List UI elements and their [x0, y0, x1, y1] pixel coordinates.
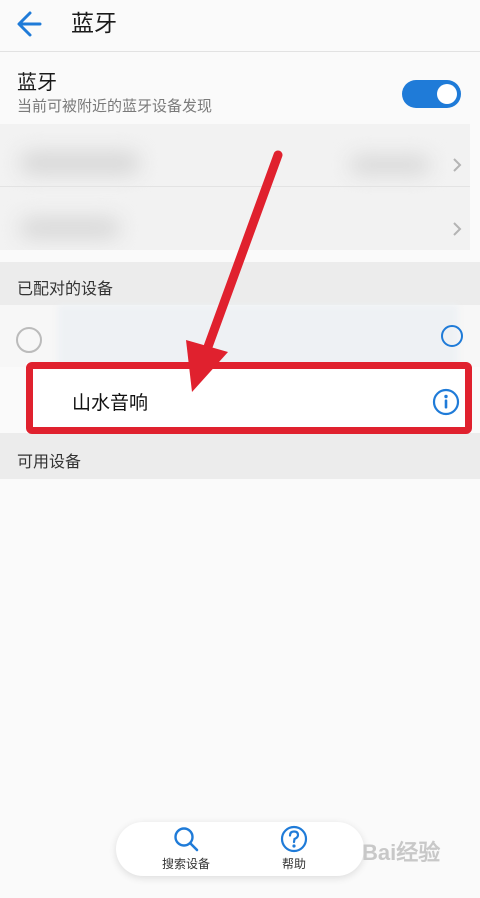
back-button[interactable] — [10, 6, 52, 42]
app-header: 蓝牙 — [0, 0, 480, 52]
bluetooth-label: 蓝牙 — [17, 70, 57, 94]
chevron-right-icon[interactable] — [450, 220, 464, 238]
info-icon[interactable] — [440, 322, 464, 350]
available-devices-label: 可用设备 — [17, 452, 82, 471]
search-devices-button[interactable]: 搜索设备 — [136, 824, 236, 874]
baidu-watermark: Bai经验 — [362, 840, 441, 865]
arrow-left-icon — [17, 11, 42, 37]
help-button[interactable]: 帮助 — [244, 824, 344, 874]
chevron-right-icon[interactable] — [450, 156, 464, 174]
paired-devices-label: 已配对的设备 — [17, 279, 114, 298]
paired-device-row[interactable]: 山水音响 — [26, 363, 470, 433]
page-title: 蓝牙 — [71, 11, 117, 37]
info-icon[interactable] — [432, 388, 460, 416]
blurred-settings-card — [0, 124, 470, 250]
bottom-action-bar: 搜索设备 帮助 — [116, 822, 364, 876]
help-label: 帮助 — [281, 857, 306, 871]
device-name: 山水音响 — [72, 392, 149, 414]
bluetooth-toggle[interactable] — [402, 80, 461, 108]
search-icon — [174, 827, 199, 852]
search-devices-label: 搜索设备 — [161, 857, 210, 871]
toggle-knob — [437, 84, 457, 104]
help-icon — [280, 825, 308, 853]
blurred-paired-device — [0, 305, 480, 367]
bluetooth-visibility-text: 当前可被附近的蓝牙设备发现 — [17, 97, 213, 115]
